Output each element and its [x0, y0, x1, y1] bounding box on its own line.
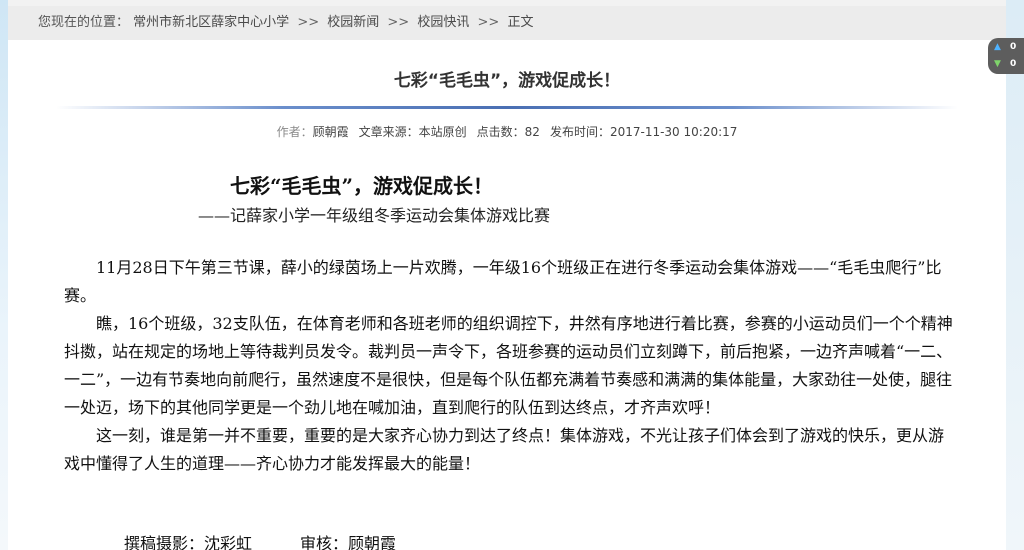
source-label: 文章来源： — [358, 125, 419, 139]
breadcrumb: 您现在的位置： 常州市新北区薛家中心小学 >> 校园新闻 >> 校园快讯 >> … — [8, 6, 1006, 40]
article-meta: 作者：顾朝霞 文章来源：本站原创 点击数：82 发布时间：2017-11-30 10:… — [8, 123, 1006, 140]
breadcrumb-prefix: 您现在的位置： — [38, 15, 130, 30]
body-title: 七彩“毛毛虫”，游戏促成长！ — [230, 174, 494, 198]
page: 您现在的位置： 常州市新北区薛家中心小学 >> 校园新闻 >> 校园快讯 >> … — [0, 0, 1024, 550]
body-subtitle: ——记薛家小学一年级组冬季运动会集体游戏比赛 — [198, 206, 551, 225]
author-label: 作者： — [276, 125, 313, 139]
breadcrumb-item-campus-flash[interactable]: 校园快讯 — [417, 6, 469, 40]
upload-row: ▲ 0 — [994, 41, 1016, 53]
background-right-strip — [1006, 0, 1024, 550]
time-value: 2017-11-30 10:20:17 — [609, 125, 738, 139]
credit-reviewer: 审核：顾朝霞 — [300, 534, 397, 550]
article-body: 11月28日下午第三节课，薛小的绿茵场上一片欢腾，一年级16个班级正在进行冬季运… — [64, 254, 956, 478]
breadcrumb-item-current: 正文 — [507, 15, 534, 30]
paragraph-3: 这一刻，谁是第一并不重要，重要的是大家齐心协力到达了终点！集体游戏，不光让孩子们… — [64, 426, 945, 473]
source-value: 本站原创 — [418, 125, 467, 139]
title-divider — [56, 106, 958, 109]
breadcrumb-separator: >> — [477, 15, 500, 30]
paragraph-2: 瞧，16个班级，32支队伍，在体育老师和各班老师的组织调控下，井然有序地进行着比… — [64, 314, 953, 417]
time-label: 发布时间： — [549, 125, 610, 139]
download-row: ▼ 0 — [994, 58, 1016, 70]
author-value: 顾朝霞 — [312, 125, 349, 139]
breadcrumb-item-school[interactable]: 常州市新北区薛家中心小学 — [133, 6, 289, 40]
article-container: 您现在的位置： 常州市新北区薛家中心小学 >> 校园新闻 >> 校园快讯 >> … — [8, 6, 1006, 550]
breadcrumb-separator: >> — [297, 15, 320, 30]
speed-widget[interactable]: ▲ 0 ▼ 0 — [988, 38, 1024, 74]
clicks-label: 点击数： — [476, 125, 525, 139]
breadcrumb-separator: >> — [387, 15, 410, 30]
arrow-down-icon: ▼ — [994, 59, 1001, 69]
download-value: 0 — [1010, 59, 1017, 69]
article-credits: 撰稿摄影：沈彩虹 审核：顾朝霞 — [124, 530, 396, 550]
background-left-strip — [0, 0, 8, 550]
credit-writer: 撰稿摄影：沈彩虹 — [124, 534, 253, 550]
arrow-up-icon: ▲ — [994, 42, 1001, 52]
page-title: 七彩“毛毛虫”，游戏促成长！ — [393, 71, 621, 91]
upload-value: 0 — [1010, 42, 1017, 52]
breadcrumb-item-campus-news[interactable]: 校园新闻 — [327, 6, 379, 40]
paragraph-1: 11月28日下午第三节课，薛小的绿茵场上一片欢腾，一年级16个班级正在进行冬季运… — [64, 258, 942, 305]
clicks-value: 82 — [524, 125, 540, 139]
